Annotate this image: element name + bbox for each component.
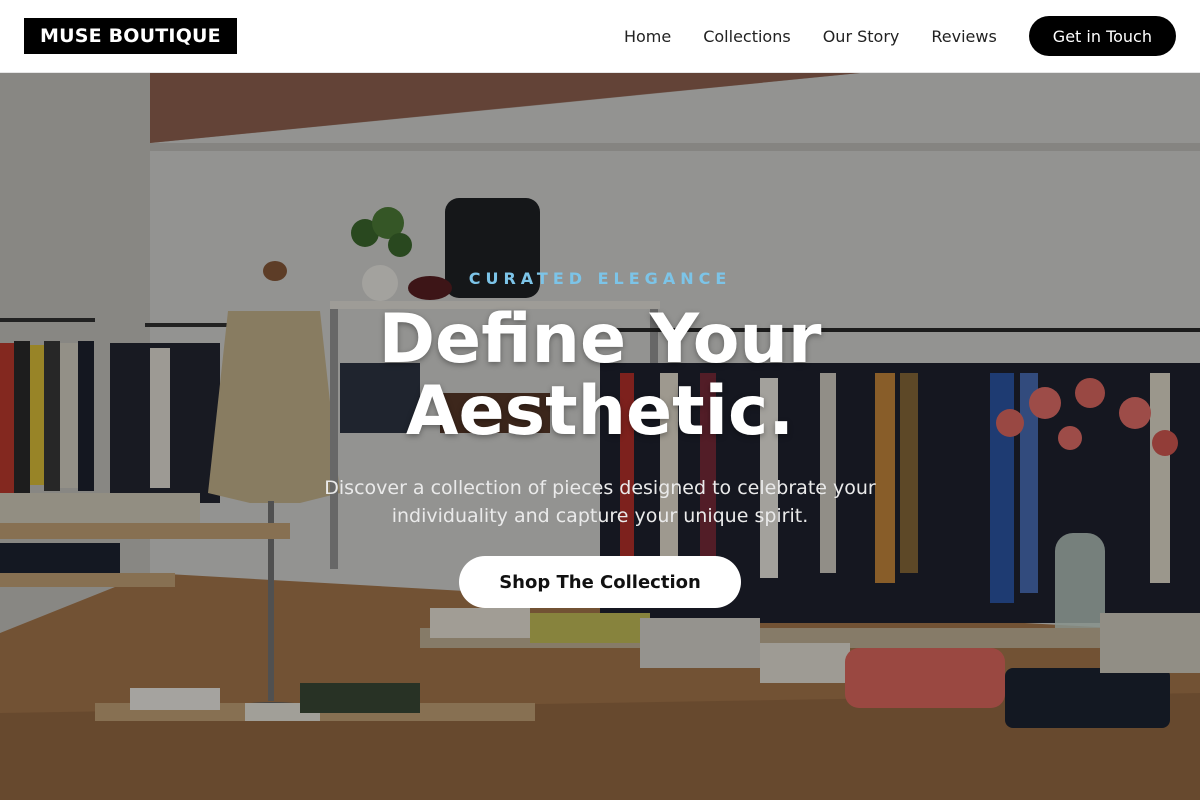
nav-link-home[interactable]: Home xyxy=(624,27,671,46)
hero-content: CURATED ELEGANCE Define Your Aesthetic. … xyxy=(0,73,1200,800)
hero-eyebrow: CURATED ELEGANCE xyxy=(468,269,732,288)
hero-section: CURATED ELEGANCE Define Your Aesthetic. … xyxy=(0,73,1200,800)
site-header: MUSE BOUTIQUE Home Collections Our Story… xyxy=(0,0,1200,73)
nav-link-reviews[interactable]: Reviews xyxy=(931,27,996,46)
hero-subtitle: Discover a collection of pieces designed… xyxy=(324,477,876,527)
nav-link-collections[interactable]: Collections xyxy=(703,27,790,46)
nav-link-our-story[interactable]: Our Story xyxy=(823,27,900,46)
hero-title: Define Your Aesthetic. xyxy=(378,300,822,451)
main-nav: Home Collections Our Story Reviews Get i… xyxy=(624,16,1176,56)
shop-collection-button[interactable]: Shop The Collection xyxy=(459,556,741,608)
get-in-touch-button[interactable]: Get in Touch xyxy=(1028,16,1176,56)
brand-logo[interactable]: MUSE BOUTIQUE xyxy=(24,18,237,54)
